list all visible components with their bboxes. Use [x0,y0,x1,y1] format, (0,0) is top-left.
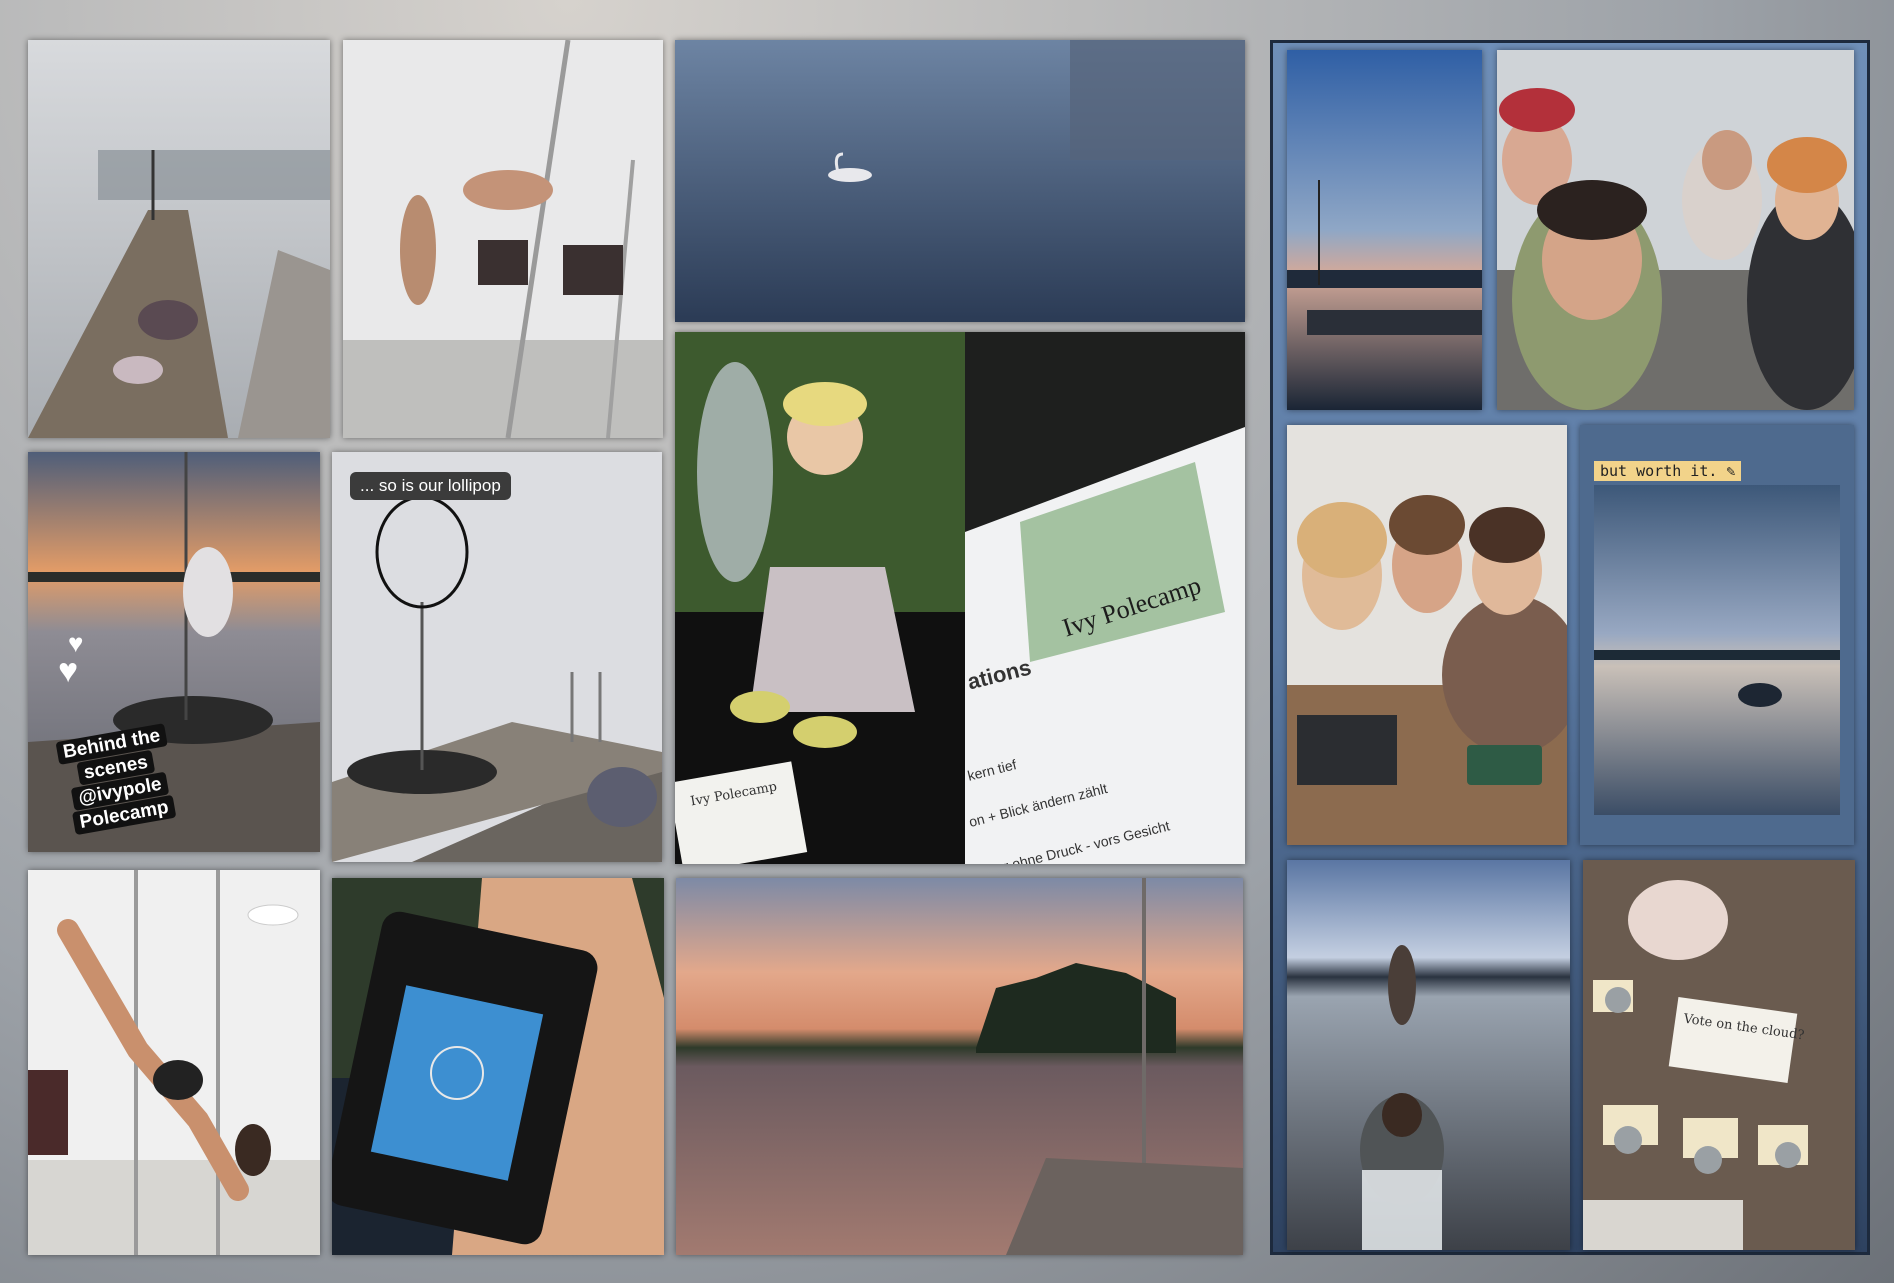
photo-lollipop-ring: ... so is our lollipop [332,452,662,862]
svg-text:♥: ♥ [58,652,78,690]
tag-worth-it: but worth it. ✎ [1594,461,1742,481]
photo-studio-pole-duo [343,40,663,438]
photo-studio-pole-invert [28,870,320,1255]
caption-lollipop: ... so is our lollipop [350,472,511,500]
photo-foggy-dock [28,40,330,438]
photo-sunset-pole-story: ♥ ♥ Behind the scenes @ivypole Polecamp [28,452,320,852]
photo-marina-dusk [1287,50,1482,410]
photo-team-laptop [1287,425,1567,845]
photo-lake-pole-reflection: but worth it. ✎ [1580,425,1854,845]
photo-doll-and-document: Ivy Polecamp ations kern tief on + Blick… [675,332,1245,864]
photo-swan-lake [675,40,1245,322]
photo-camera-preview [332,878,664,1255]
photo-sunset-dock-lake [676,878,1243,1255]
photo-table-badges: Vote on the cloud? [1583,860,1855,1250]
photo-lake-hair-flip [1287,860,1570,1250]
photo-selfie-group [1497,50,1854,410]
